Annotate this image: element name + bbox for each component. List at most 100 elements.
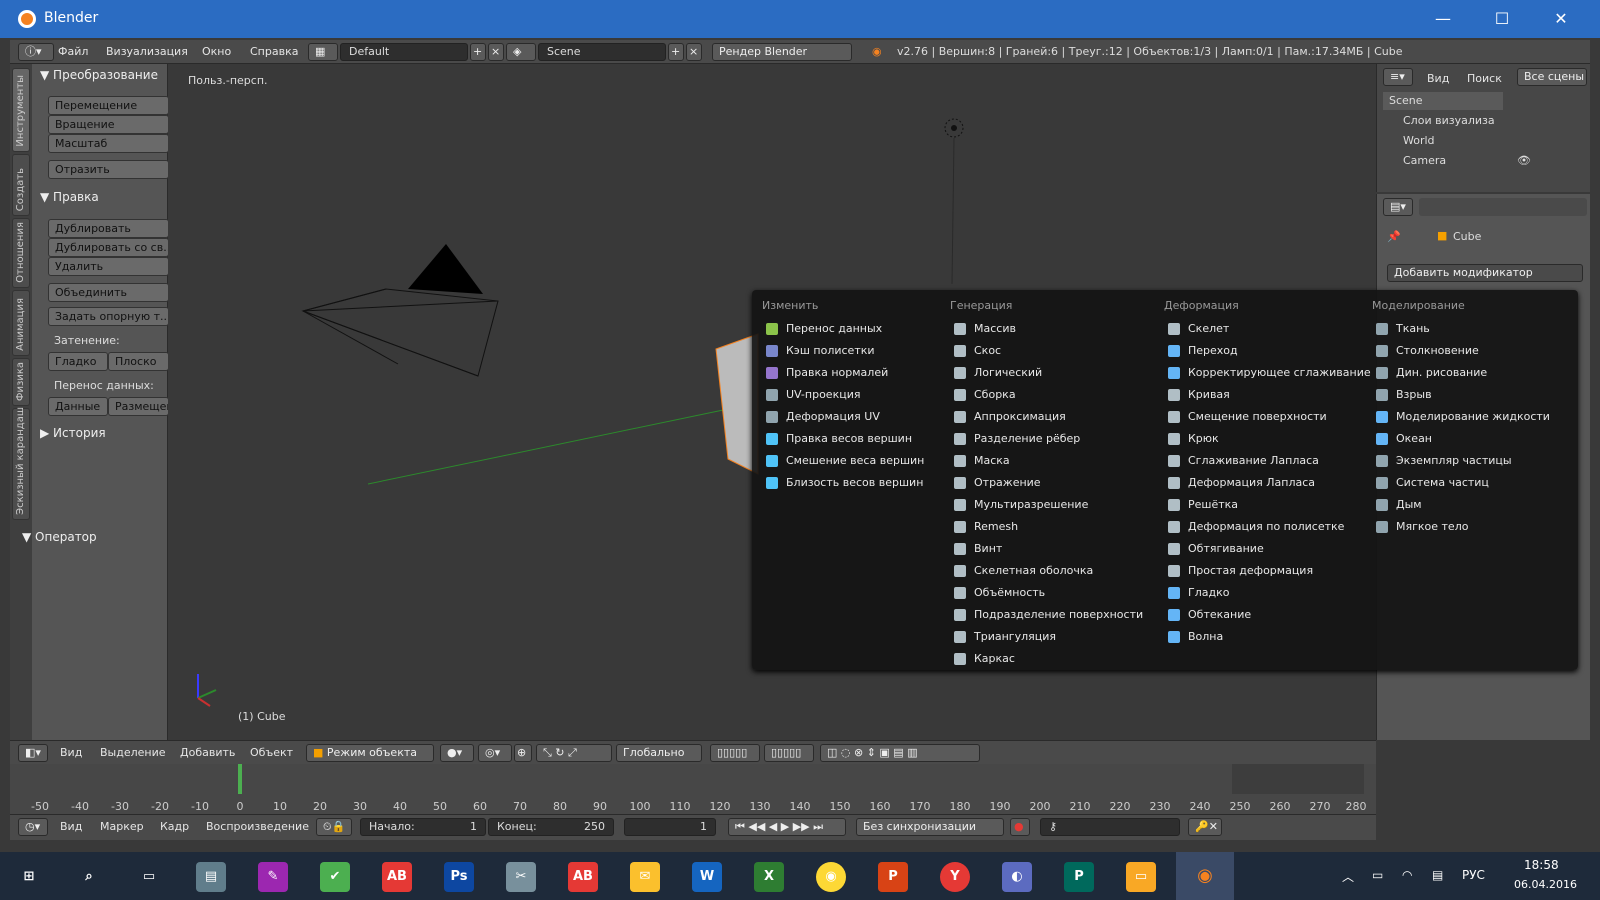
timeline-menu-frame[interactable]: Кадр (160, 820, 189, 833)
outliner-editor-type-button[interactable]: ≡▾ (1383, 68, 1413, 86)
add-scene-icon[interactable]: + (668, 43, 684, 61)
interaction-mode-dropdown[interactable]: ■ Режим объекта (306, 744, 434, 762)
rotate-button[interactable]: Вращение (48, 115, 169, 134)
history-panel-header[interactable]: ▶ История (40, 426, 106, 440)
menu-item[interactable]: Скелет (1164, 318, 1384, 340)
wifi-icon[interactable]: ◠ (1402, 868, 1412, 882)
minimize-button[interactable]: — (1414, 0, 1472, 38)
delete-button[interactable]: Удалить (48, 257, 169, 276)
menu-item[interactable]: Крюк (1164, 428, 1384, 450)
paint-app-icon[interactable]: ✎ (258, 862, 288, 892)
join-button[interactable]: Объединить (48, 283, 169, 302)
windows-start-icon[interactable]: ⊞ (14, 862, 44, 892)
data-layout-button[interactable]: Размещен (108, 397, 169, 416)
visibility-eye-icon[interactable]: 👁 (1517, 152, 1531, 170)
menu-item[interactable]: Отражение (950, 472, 1160, 494)
menu-item[interactable]: UV-проекция (762, 384, 942, 406)
keyboard-language[interactable]: РУС (1462, 868, 1485, 882)
clock-time[interactable]: 18:58 (1524, 858, 1559, 872)
menu-item[interactable]: Деформация UV (762, 406, 942, 428)
menu-item[interactable]: Корректирующее сглаживание (1164, 362, 1384, 384)
menu-item[interactable]: Правка весов вершин (762, 428, 942, 450)
tab-relations[interactable]: Отношения (12, 218, 30, 288)
menu-item[interactable]: Дин. рисование (1372, 362, 1572, 384)
menu-item[interactable]: Аппроксимация (950, 406, 1160, 428)
battery-icon[interactable]: ▭ (1372, 868, 1383, 882)
timeline-area[interactable]: -50 -40 -30 -20 -10 0 10 20 30 40 50 60 … (10, 764, 1376, 814)
manipulator-modes[interactable]: ⤡ ↻ ⤢ (536, 744, 612, 762)
maximize-button[interactable]: ☐ (1473, 0, 1531, 38)
menu-item[interactable]: Смещение поверхности (1164, 406, 1384, 428)
file-explorer-icon[interactable]: ▭ (1126, 862, 1156, 892)
yandex-browser-icon[interactable]: Y (940, 862, 970, 892)
transform-panel-header[interactable]: ▼ Преобразование (40, 68, 158, 82)
excel-icon[interactable]: X (754, 862, 784, 892)
green-app-icon[interactable]: ✔ (320, 862, 350, 892)
menu-item[interactable]: Кривая (1164, 384, 1384, 406)
layers-grid-1[interactable]: ▯▯▯▯▯ (710, 744, 760, 762)
properties-editor-type-button[interactable]: ▤▾ (1383, 198, 1413, 216)
flat-shading-button[interactable]: Плоско (108, 352, 169, 371)
menu-item[interactable]: Логический (950, 362, 1160, 384)
menu-item[interactable]: Каркас (950, 648, 1160, 670)
menu-item[interactable]: Переход (1164, 340, 1384, 362)
menu-item[interactable]: Решётка (1164, 494, 1384, 516)
publisher-icon[interactable]: P (1064, 862, 1094, 892)
menu-item[interactable]: Скелетная оболочка (950, 560, 1160, 582)
scanner-app-icon[interactable]: ▤ (196, 862, 226, 892)
data-transfer-button[interactable]: Данные (48, 397, 108, 416)
menu-item[interactable]: Система частиц (1372, 472, 1572, 494)
powerpoint-icon[interactable]: P (878, 862, 908, 892)
start-frame-field[interactable]: Начало: 1 (360, 818, 486, 836)
palette-app-icon[interactable]: ◐ (1002, 862, 1032, 892)
menu-item[interactable]: Обтекание (1164, 604, 1384, 626)
close-button[interactable]: ✕ (1532, 0, 1590, 38)
menu-item[interactable]: Моделирование жидкости (1372, 406, 1572, 428)
insert-keyframe-icons[interactable]: 🔑✕ (1188, 818, 1222, 836)
menu-item[interactable]: Разделение рёбер (950, 428, 1160, 450)
menu-item[interactable]: Деформация Лапласа (1164, 472, 1384, 494)
manipulator-toggle-icon[interactable]: ⊕ (514, 744, 532, 762)
current-frame-field[interactable]: 1 (624, 818, 716, 836)
add-modifier-dropdown[interactable]: Добавить модификатор (1387, 264, 1583, 282)
viewport-menu-select[interactable]: Выделение (100, 746, 166, 759)
tab-physics[interactable]: Физика (12, 358, 30, 406)
tab-tools[interactable]: Инструменты (12, 68, 30, 152)
blender-taskbar-icon[interactable]: ◉ (1176, 852, 1234, 900)
menu-item[interactable]: Простая деформация (1164, 560, 1384, 582)
outliner-row-render-layers[interactable]: Слои визуализа (1403, 112, 1495, 130)
menu-item[interactable]: Правка нормалей (762, 362, 942, 384)
menu-item[interactable]: Столкновение (1372, 340, 1572, 362)
task-view-icon[interactable]: ▭ (134, 862, 164, 892)
menu-item[interactable]: Мягкое тело (1372, 516, 1572, 538)
menu-item[interactable]: Кэш полисетки (762, 340, 942, 362)
outliner-row-scene[interactable]: Scene (1383, 92, 1503, 110)
layout-selector-icon[interactable]: ▦ (308, 43, 338, 61)
menu-render[interactable]: Визуализация (106, 45, 188, 58)
viewport-menu-add[interactable]: Добавить (180, 746, 235, 759)
notes-app-icon[interactable]: ✉ (630, 862, 660, 892)
properties-context-tabs[interactable] (1419, 198, 1587, 216)
remove-layout-icon[interactable]: × (488, 43, 504, 61)
outliner-view-menu[interactable]: Вид (1427, 72, 1449, 85)
set-origin-dropdown[interactable]: Задать опорную т... (48, 307, 169, 326)
tools-app-icon[interactable]: ✂ (506, 862, 536, 892)
scene-field[interactable]: Scene (538, 43, 666, 61)
menu-item[interactable]: Remesh (950, 516, 1160, 538)
pin-icon[interactable]: 📌 (1387, 230, 1401, 243)
abc-app-icon[interactable]: AB (382, 862, 412, 892)
transform-orientation-dropdown[interactable]: Глобально (616, 744, 702, 762)
menu-item[interactable]: Близость весов вершин (762, 472, 942, 494)
timeline-menu-marker[interactable]: Маркер (100, 820, 144, 833)
menu-item[interactable]: Обтягивание (1164, 538, 1384, 560)
word-icon[interactable]: W (692, 862, 722, 892)
menu-item[interactable]: Взрыв (1372, 384, 1572, 406)
layout-field[interactable]: Default (340, 43, 468, 61)
duplicate-button[interactable]: Дублировать (48, 219, 169, 238)
menu-item[interactable]: Триангуляция (950, 626, 1160, 648)
render-engine-dropdown[interactable]: Рендер Blender (712, 43, 852, 61)
tab-animation[interactable]: Анимация (12, 290, 30, 356)
menu-item[interactable]: Гладко (1164, 582, 1384, 604)
viewport-menu-object[interactable]: Объект (250, 746, 293, 759)
sync-mode-dropdown[interactable]: Без синхронизации (856, 818, 1004, 836)
